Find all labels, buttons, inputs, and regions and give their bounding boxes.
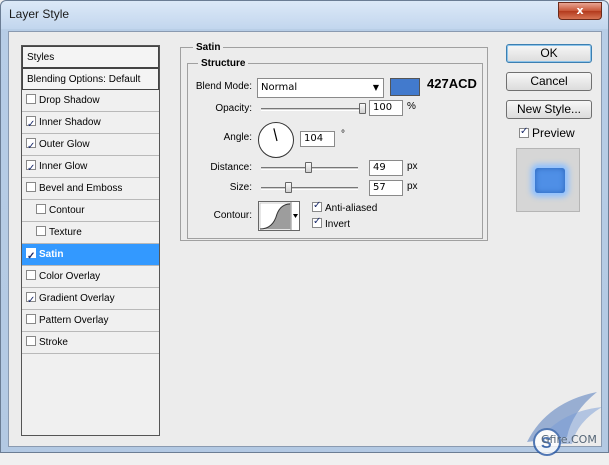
sidebar-item-inner-shadow[interactable]: Inner Shadow	[22, 112, 159, 136]
ok-button[interactable]: OK	[506, 44, 592, 63]
preview-label: Preview	[532, 126, 575, 140]
anti-aliased-checkbox[interactable]: Anti-aliased	[312, 200, 378, 214]
sidebar-item-label: Stroke	[39, 337, 68, 348]
cancel-button[interactable]: Cancel	[506, 72, 592, 91]
sidebar-item-stroke[interactable]: Stroke	[22, 332, 159, 354]
size-slider[interactable]	[261, 187, 358, 190]
sidebar-item-label: Blending Options: Default	[27, 74, 141, 85]
watermark-text: Gfire.COM	[541, 433, 597, 446]
sidebar-item-label: Inner Shadow	[39, 117, 101, 128]
opacity-field[interactable]: 100	[369, 100, 403, 116]
satin-color-swatch[interactable]	[390, 78, 420, 96]
angle-label: Angle:	[223, 132, 252, 143]
chevron-down-icon: ▼	[372, 83, 379, 92]
size-slider-thumb[interactable]	[285, 182, 293, 193]
sidebar-checkbox[interactable]	[26, 158, 36, 180]
opacity-slider-thumb[interactable]	[359, 103, 366, 114]
sidebar-item-satin[interactable]: Satin	[22, 244, 159, 268]
title-bar: Layer Style x	[1, 1, 608, 29]
sidebar-item-label: Drop Shadow	[39, 95, 100, 106]
size-label: Size:	[229, 182, 252, 193]
sidebar-item-label: Inner Glow	[39, 161, 88, 172]
sidebar-item-blending-options-default[interactable]: Blending Options: Default	[22, 68, 159, 90]
sidebar-checkbox[interactable]	[26, 94, 36, 104]
preview-check[interactable]	[519, 126, 529, 138]
sidebar-checkbox[interactable]	[26, 136, 36, 158]
structure-title: Structure	[198, 58, 249, 69]
angle-unit: °	[341, 129, 345, 140]
color-hex-label: 427ACD	[427, 76, 477, 91]
window-title: Layer Style	[9, 7, 70, 21]
layer-style-window: Layer Style x Styles Blending Options: De…	[0, 0, 609, 456]
winged-s-logo-icon: S	[527, 392, 602, 456]
styles-list: Styles Blending Options: Default Drop Shad…	[21, 45, 160, 436]
sidebar-checkbox[interactable]	[26, 314, 36, 324]
close-button[interactable]: x	[558, 2, 602, 20]
angle-dial[interactable]	[258, 122, 294, 158]
angle-dial-needle	[273, 128, 278, 142]
opacity-slider[interactable]	[261, 108, 363, 111]
preview-checkbox[interactable]: Preview	[519, 126, 575, 140]
sidebar-item-color-overlay[interactable]: Color Overlay	[22, 266, 159, 288]
sidebar-item-styles[interactable]: Styles	[22, 46, 159, 68]
sidebar-item-label: Outer Glow	[39, 139, 90, 150]
invert-check[interactable]	[312, 216, 322, 228]
sidebar-checkbox[interactable]	[26, 182, 36, 192]
satin-title: Satin	[193, 42, 224, 53]
sidebar-item-label: Pattern Overlay	[39, 315, 109, 326]
sidebar-checkbox[interactable]	[26, 270, 36, 280]
preview-swatch	[535, 168, 565, 193]
sidebar-checkbox[interactable]	[36, 226, 46, 236]
sidebar-item-label: Gradient Overlay	[39, 293, 115, 304]
dialog-body: Styles Blending Options: Default Drop Shad…	[8, 31, 602, 456]
invert-label: Invert	[325, 219, 351, 230]
contour-label: Contour:	[213, 210, 252, 221]
sidebar-item-contour[interactable]: Contour	[22, 200, 159, 222]
sidebar-item-label: Satin	[39, 249, 64, 260]
new-style-button[interactable]: New Style...	[506, 100, 592, 119]
sidebar-item-texture[interactable]: Texture	[22, 222, 159, 244]
anti-aliased-check[interactable]	[312, 200, 322, 212]
blend-mode-select[interactable]: Normal ▼	[257, 78, 384, 98]
sidebar-item-outer-glow[interactable]: Outer Glow	[22, 134, 159, 158]
angle-field[interactable]: 104	[300, 131, 335, 147]
opacity-unit: %	[407, 101, 416, 112]
sidebar-item-gradient-overlay[interactable]: Gradient Overlay	[22, 288, 159, 312]
size-unit: px	[407, 181, 418, 192]
close-icon[interactable]: x	[576, 4, 583, 17]
blend-mode-label: Blend Mode:	[195, 81, 252, 92]
sidebar-checkbox[interactable]	[26, 336, 36, 346]
sidebar-item-bevel-and-emboss[interactable]: Bevel and Emboss	[22, 178, 159, 200]
contour-curve-icon	[259, 202, 298, 230]
blend-mode-value: Normal	[261, 82, 298, 93]
distance-unit: px	[407, 161, 418, 172]
distance-field[interactable]: 49	[369, 160, 403, 176]
style-preview	[516, 148, 580, 212]
size-field[interactable]: 57	[369, 180, 403, 196]
sidebar-item-label: Contour	[49, 205, 85, 216]
distance-slider-thumb[interactable]	[304, 162, 312, 173]
sidebar-item-label: Color Overlay	[39, 271, 101, 282]
sidebar-item-label: Bevel and Emboss	[39, 183, 123, 194]
invert-checkbox[interactable]: Invert	[312, 216, 351, 230]
sidebar-item-label: Styles	[27, 52, 55, 63]
distance-label: Distance:	[210, 162, 252, 173]
sidebar-item-label: Texture	[49, 227, 82, 238]
sidebar-checkbox[interactable]	[36, 204, 46, 214]
sidebar-checkbox[interactable]	[26, 114, 36, 136]
anti-aliased-label: Anti-aliased	[325, 203, 378, 214]
contour-picker[interactable]	[258, 201, 300, 231]
opacity-label: Opacity:	[215, 103, 252, 114]
sidebar-item-drop-shadow[interactable]: Drop Shadow	[22, 90, 159, 112]
sidebar-checkbox[interactable]	[26, 290, 36, 312]
sidebar-item-pattern-overlay[interactable]: Pattern Overlay	[22, 310, 159, 332]
sidebar-checkbox[interactable]	[26, 246, 36, 268]
sidebar-item-inner-glow[interactable]: Inner Glow	[22, 156, 159, 180]
